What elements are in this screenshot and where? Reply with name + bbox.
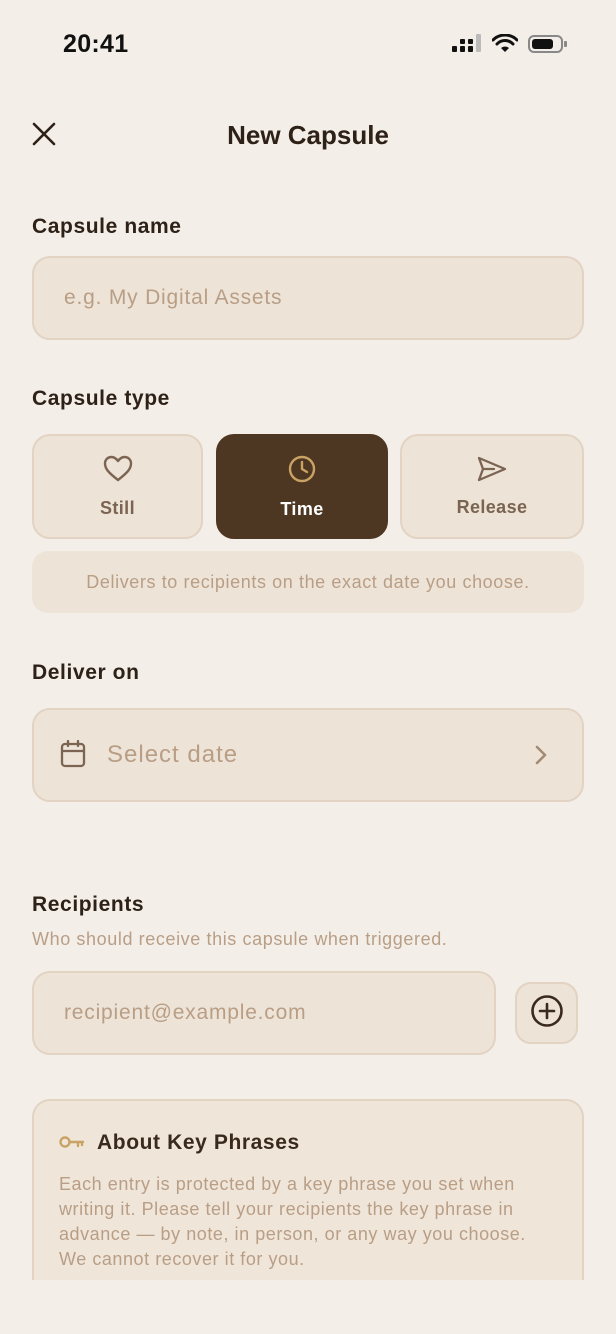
signal-icon (452, 34, 482, 59)
status-time: 20:41 (63, 30, 129, 58)
capsule-name-label: Capsule name (32, 215, 182, 238)
clock-icon (287, 454, 317, 489)
battery-icon (528, 34, 568, 59)
capsule-type-description: Delivers to recipients on the exact date… (32, 551, 584, 613)
key-phrases-title: About Key Phrases (97, 1131, 300, 1154)
type-option-label: Still (99, 497, 135, 518)
recipient-email-input[interactable] (32, 971, 496, 1055)
type-option-label: Time (280, 498, 324, 519)
key-phrases-card: About Key Phrases Each entry is protecte… (32, 1099, 584, 1280)
wifi-icon (491, 33, 519, 59)
status-bar: 20:41 (0, 0, 616, 92)
calendar-icon (60, 739, 86, 773)
nav-bar: New Capsule (0, 108, 616, 164)
type-option-time[interactable]: Time (216, 434, 388, 539)
heart-icon (103, 455, 133, 488)
capsule-name-input[interactable] (32, 256, 584, 340)
type-option-still[interactable]: Still (32, 434, 203, 539)
key-icon (59, 1134, 85, 1155)
add-recipient-button[interactable] (515, 982, 578, 1044)
send-icon (477, 456, 507, 487)
chevron-right-icon (534, 744, 548, 771)
type-option-release[interactable]: Release (400, 434, 584, 539)
recipients-subtitle: Who should receive this capsule when tri… (32, 929, 448, 949)
plus-circle-icon (530, 994, 564, 1033)
deliver-on-label: Deliver on (32, 661, 140, 684)
type-option-label: Release (456, 496, 528, 517)
key-phrases-body: Each entry is protected by a key phrase … (59, 1174, 526, 1269)
recipients-label: Recipients (32, 893, 145, 916)
date-placeholder: Select date (107, 741, 239, 768)
date-picker[interactable]: Select date (32, 708, 584, 802)
status-icons (452, 33, 568, 59)
capsule-type-label: Capsule type (32, 387, 170, 410)
page-title: New Capsule (227, 120, 389, 150)
